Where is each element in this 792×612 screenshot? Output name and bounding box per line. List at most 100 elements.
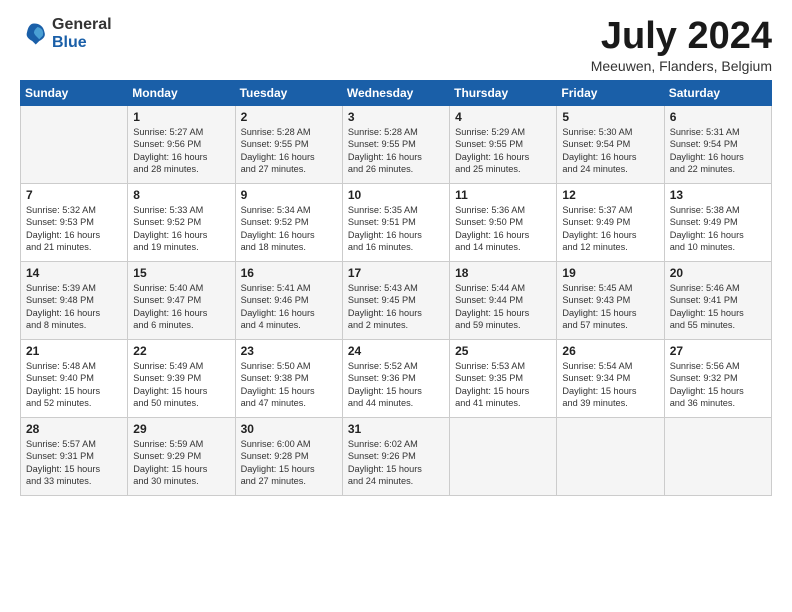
- calendar-cell: 9 Sunrise: 5:34 AM Sunset: 9:52 PM Daylig…: [235, 183, 342, 261]
- calendar-cell: 2 Sunrise: 5:28 AM Sunset: 9:55 PM Daylig…: [235, 105, 342, 183]
- day-number: 5: [562, 110, 658, 124]
- calendar-cell: 24 Sunrise: 5:52 AM Sunset: 9:36 PM Dayli…: [342, 339, 449, 417]
- cell-content: Sunrise: 5:36 AM Sunset: 9:50 PM Dayligh…: [455, 204, 551, 254]
- day-number: 2: [241, 110, 337, 124]
- day-number: 4: [455, 110, 551, 124]
- day-number: 7: [26, 188, 122, 202]
- month-title: July 2024: [591, 16, 772, 58]
- day-number: 14: [26, 266, 122, 280]
- cell-content: Sunrise: 5:28 AM Sunset: 9:55 PM Dayligh…: [241, 126, 337, 176]
- calendar-cell: 4 Sunrise: 5:29 AM Sunset: 9:55 PM Daylig…: [450, 105, 557, 183]
- day-number: 15: [133, 266, 229, 280]
- title-block: July 2024 Meeuwen, Flanders, Belgium: [591, 16, 772, 74]
- calendar-cell: 18 Sunrise: 5:44 AM Sunset: 9:44 PM Dayli…: [450, 261, 557, 339]
- cell-content: Sunrise: 5:35 AM Sunset: 9:51 PM Dayligh…: [348, 204, 444, 254]
- logo: General Blue: [20, 16, 112, 51]
- calendar-cell: 28Sunrise: 5:57 AM Sunset: 9:31 PM Dayli…: [21, 417, 128, 495]
- day-number: 6: [670, 110, 766, 124]
- cell-content: Sunrise: 5:46 AM Sunset: 9:41 PM Dayligh…: [670, 282, 766, 332]
- calendar-cell: 22 Sunrise: 5:49 AM Sunset: 9:39 PM Dayli…: [128, 339, 235, 417]
- week-row-2: 7Sunrise: 5:32 AM Sunset: 9:53 PM Daylig…: [21, 183, 772, 261]
- day-number: 31: [348, 422, 444, 436]
- cell-content: Sunrise: 5:52 AM Sunset: 9:36 PM Dayligh…: [348, 360, 444, 410]
- col-friday: Friday: [557, 80, 664, 105]
- calendar-cell: 6 Sunrise: 5:31 AM Sunset: 9:54 PM Daylig…: [664, 105, 771, 183]
- calendar-cell: 14 Sunrise: 5:39 AM Sunset: 9:48 PM Dayli…: [21, 261, 128, 339]
- day-number: 16: [241, 266, 337, 280]
- day-number: 8: [133, 188, 229, 202]
- calendar-cell: 7Sunrise: 5:32 AM Sunset: 9:53 PM Daylig…: [21, 183, 128, 261]
- day-number: 17: [348, 266, 444, 280]
- cell-content: Sunrise: 5:44 AM Sunset: 9:44 PM Dayligh…: [455, 282, 551, 332]
- cell-content: Sunrise: 5:34 AM Sunset: 9:52 PM Dayligh…: [241, 204, 337, 254]
- cell-content: Sunrise: 5:31 AM Sunset: 9:54 PM Dayligh…: [670, 126, 766, 176]
- calendar-cell: 5 Sunrise: 5:30 AM Sunset: 9:54 PM Daylig…: [557, 105, 664, 183]
- calendar-cell: 29Sunrise: 5:59 AM Sunset: 9:29 PM Dayli…: [128, 417, 235, 495]
- cell-content: Sunrise: 5:41 AM Sunset: 9:46 PM Dayligh…: [241, 282, 337, 332]
- calendar-cell: 31 Sunrise: 6:02 AM Sunset: 9:26 PM Dayli…: [342, 417, 449, 495]
- cell-content: Sunrise: 5:28 AM Sunset: 9:55 PM Dayligh…: [348, 126, 444, 176]
- calendar-cell: 10 Sunrise: 5:35 AM Sunset: 9:51 PM Dayli…: [342, 183, 449, 261]
- cell-content: Sunrise: 5:48 AM Sunset: 9:40 PM Dayligh…: [26, 360, 122, 410]
- col-saturday: Saturday: [664, 80, 771, 105]
- cell-content: Sunrise: 5:54 AM Sunset: 9:34 PM Dayligh…: [562, 360, 658, 410]
- calendar-cell: 21Sunrise: 5:48 AM Sunset: 9:40 PM Dayli…: [21, 339, 128, 417]
- week-row-3: 14 Sunrise: 5:39 AM Sunset: 9:48 PM Dayli…: [21, 261, 772, 339]
- col-sunday: Sunday: [21, 80, 128, 105]
- logo-icon: [20, 20, 48, 48]
- cell-content: Sunrise: 6:02 AM Sunset: 9:26 PM Dayligh…: [348, 438, 444, 488]
- col-tuesday: Tuesday: [235, 80, 342, 105]
- calendar-cell: 25Sunrise: 5:53 AM Sunset: 9:35 PM Dayli…: [450, 339, 557, 417]
- calendar-cell: 30Sunrise: 6:00 AM Sunset: 9:28 PM Dayli…: [235, 417, 342, 495]
- day-number: 9: [241, 188, 337, 202]
- day-number: 28: [26, 422, 122, 436]
- day-number: 13: [670, 188, 766, 202]
- logo-general: General: [52, 16, 112, 34]
- day-number: 19: [562, 266, 658, 280]
- calendar-cell: 20 Sunrise: 5:46 AM Sunset: 9:41 PM Dayli…: [664, 261, 771, 339]
- cell-content: Sunrise: 5:39 AM Sunset: 9:48 PM Dayligh…: [26, 282, 122, 332]
- day-number: 22: [133, 344, 229, 358]
- day-number: 26: [562, 344, 658, 358]
- calendar-cell: [557, 417, 664, 495]
- cell-content: Sunrise: 5:56 AM Sunset: 9:32 PM Dayligh…: [670, 360, 766, 410]
- day-number: 23: [241, 344, 337, 358]
- logo-text: General Blue: [52, 16, 112, 51]
- cell-content: Sunrise: 5:50 AM Sunset: 9:38 PM Dayligh…: [241, 360, 337, 410]
- calendar-cell: 17 Sunrise: 5:43 AM Sunset: 9:45 PM Dayli…: [342, 261, 449, 339]
- col-monday: Monday: [128, 80, 235, 105]
- calendar-cell: 13Sunrise: 5:38 AM Sunset: 9:49 PM Dayli…: [664, 183, 771, 261]
- calendar-cell: 19 Sunrise: 5:45 AM Sunset: 9:43 PM Dayli…: [557, 261, 664, 339]
- day-number: 10: [348, 188, 444, 202]
- calendar-cell: [664, 417, 771, 495]
- calendar-cell: 27Sunrise: 5:56 AM Sunset: 9:32 PM Dayli…: [664, 339, 771, 417]
- calendar-cell: 26 Sunrise: 5:54 AM Sunset: 9:34 PM Dayli…: [557, 339, 664, 417]
- calendar-cell: [21, 105, 128, 183]
- day-number: 24: [348, 344, 444, 358]
- calendar-cell: 1Sunrise: 5:27 AM Sunset: 9:56 PM Daylig…: [128, 105, 235, 183]
- cell-content: Sunrise: 5:30 AM Sunset: 9:54 PM Dayligh…: [562, 126, 658, 176]
- day-number: 12: [562, 188, 658, 202]
- week-row-4: 21Sunrise: 5:48 AM Sunset: 9:40 PM Dayli…: [21, 339, 772, 417]
- cell-content: Sunrise: 5:37 AM Sunset: 9:49 PM Dayligh…: [562, 204, 658, 254]
- calendar-cell: 8Sunrise: 5:33 AM Sunset: 9:52 PM Daylig…: [128, 183, 235, 261]
- logo-blue: Blue: [52, 34, 112, 52]
- cell-content: Sunrise: 5:29 AM Sunset: 9:55 PM Dayligh…: [455, 126, 551, 176]
- page-container: General Blue July 2024 Meeuwen, Flanders…: [0, 0, 792, 506]
- calendar-cell: 15 Sunrise: 5:40 AM Sunset: 9:47 PM Dayli…: [128, 261, 235, 339]
- cell-content: Sunrise: 5:43 AM Sunset: 9:45 PM Dayligh…: [348, 282, 444, 332]
- day-number: 3: [348, 110, 444, 124]
- cell-content: Sunrise: 5:49 AM Sunset: 9:39 PM Dayligh…: [133, 360, 229, 410]
- col-thursday: Thursday: [450, 80, 557, 105]
- cell-content: Sunrise: 5:45 AM Sunset: 9:43 PM Dayligh…: [562, 282, 658, 332]
- cell-content: Sunrise: 6:00 AM Sunset: 9:28 PM Dayligh…: [241, 438, 337, 488]
- calendar-cell: 3 Sunrise: 5:28 AM Sunset: 9:55 PM Daylig…: [342, 105, 449, 183]
- cell-content: Sunrise: 5:40 AM Sunset: 9:47 PM Dayligh…: [133, 282, 229, 332]
- day-number: 11: [455, 188, 551, 202]
- day-number: 25: [455, 344, 551, 358]
- day-number: 18: [455, 266, 551, 280]
- calendar-cell: 12 Sunrise: 5:37 AM Sunset: 9:49 PM Dayli…: [557, 183, 664, 261]
- day-number: 20: [670, 266, 766, 280]
- calendar-cell: 11 Sunrise: 5:36 AM Sunset: 9:50 PM Dayli…: [450, 183, 557, 261]
- calendar-table: Sunday Monday Tuesday Wednesday Thursday…: [20, 80, 772, 496]
